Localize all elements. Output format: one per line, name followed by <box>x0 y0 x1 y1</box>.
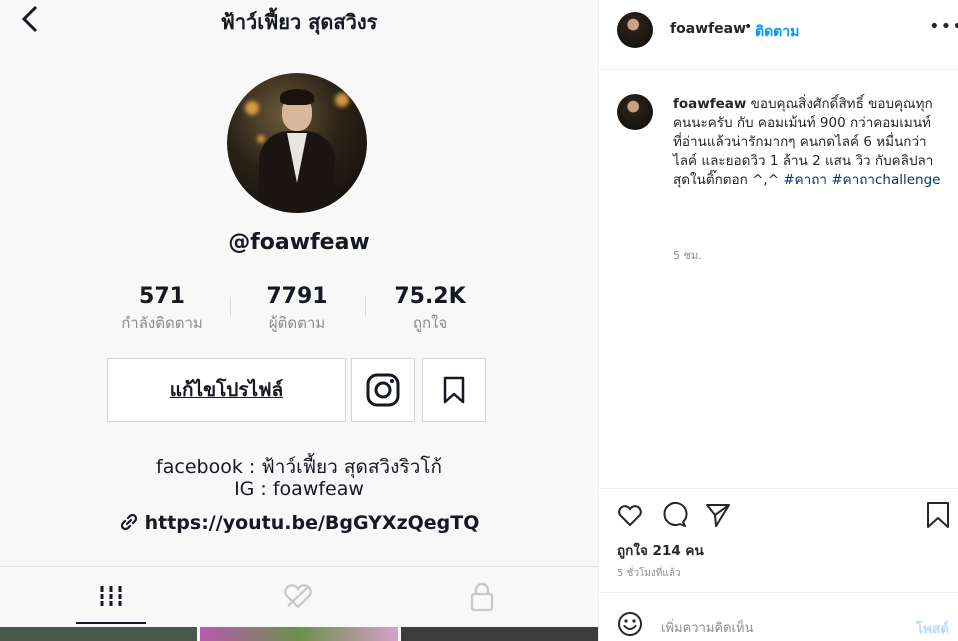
post-media[interactable]: ฟ้าว์เฟี้ยว สุดสวิงร @foawfeaw 571 กำลัง… <box>0 0 598 641</box>
stat-label: กำลังติดตาม <box>121 314 203 332</box>
emoji-icon[interactable] <box>617 611 643 637</box>
tiktok-profile-name: ฟ้าว์เฟี้ยว สุดสวิงร <box>220 10 378 34</box>
post-actions: ถูกใจ 214 คน 5 ชั่วโมงที่แล้ว เพิ่มความค… <box>599 488 958 640</box>
hashtag-link[interactable]: #คาถาchallenge <box>831 172 940 188</box>
tiktok-handle: @foawfeaw <box>228 230 370 255</box>
post-comment-button[interactable]: โพสต์ <box>916 617 949 639</box>
video-thumbnail <box>0 627 198 641</box>
stat-following: 571 กำลังติดตาม <box>97 284 227 335</box>
bio-line: IG : foawfeaw <box>234 478 364 500</box>
stat-value: 7791 <box>266 284 328 309</box>
post-username[interactable]: foawfeaw <box>670 21 746 37</box>
separator-dot: • <box>744 19 753 35</box>
caption-timestamp: 5 ชม. <box>673 249 702 262</box>
avatar[interactable] <box>617 12 653 48</box>
bookmark-icon <box>443 376 465 404</box>
stat-value: 571 <box>139 284 185 309</box>
stat-label: ผู้ติดตาม <box>268 314 326 332</box>
stat-likes: 75.2K ถูกใจ <box>365 284 495 335</box>
comment-bar: เพิ่มความคิดเห็น โพสต์ <box>599 592 958 641</box>
hashtag-link[interactable]: #คาถา <box>783 172 827 188</box>
more-options-icon[interactable]: ••• <box>929 16 958 37</box>
tab-active-indicator <box>76 622 146 624</box>
heart-icon[interactable] <box>616 501 644 529</box>
stat-value: 75.2K <box>394 284 466 309</box>
lock-icon <box>470 582 494 612</box>
instagram-icon <box>366 373 400 407</box>
video-thumbnail <box>400 627 598 641</box>
grid-icon <box>98 586 124 606</box>
post-header: foawfeaw • ติดตาม ••• <box>599 0 958 70</box>
divider <box>0 566 598 567</box>
stat-followers: 7791 ผู้ติดตาม <box>232 284 362 335</box>
tiktok-avatar <box>227 73 367 213</box>
follow-button[interactable]: ติดตาม <box>755 21 799 43</box>
post-caption: foawfeaw ขอบคุณสิ่งศักดิ์สิทธิ์ ขอบคุณทุ… <box>673 95 943 190</box>
bookmark-button <box>422 358 486 422</box>
divider <box>230 297 231 317</box>
save-icon[interactable] <box>924 501 952 529</box>
edit-profile-button: แก้ไขโปรไฟล์ <box>107 358 346 422</box>
instagram-button <box>351 358 415 422</box>
post-sidebar: foawfeaw • ติดตาม ••• foawfeaw ขอบคุณสิ่… <box>598 0 958 641</box>
caption-avatar[interactable] <box>617 94 653 130</box>
post-timestamp[interactable]: 5 ชั่วโมงที่แล้ว <box>617 566 681 581</box>
stat-label: ถูกใจ <box>412 314 448 332</box>
profile-link: https://youtu.be/BgGYXzQegTQ <box>0 512 598 534</box>
profile-link-text: https://youtu.be/BgGYXzQegTQ <box>144 512 480 534</box>
video-thumbnail <box>200 627 398 641</box>
caption-username[interactable]: foawfeaw <box>673 96 746 112</box>
video-thumbnails <box>0 627 598 641</box>
comment-input[interactable]: เพิ่มความคิดเห็น <box>661 617 754 638</box>
heart-hidden-icon <box>284 584 312 609</box>
like-count[interactable]: ถูกใจ 214 คน <box>617 539 704 561</box>
share-icon[interactable] <box>704 501 732 529</box>
comment-icon[interactable] <box>660 501 688 529</box>
link-icon <box>120 513 137 531</box>
